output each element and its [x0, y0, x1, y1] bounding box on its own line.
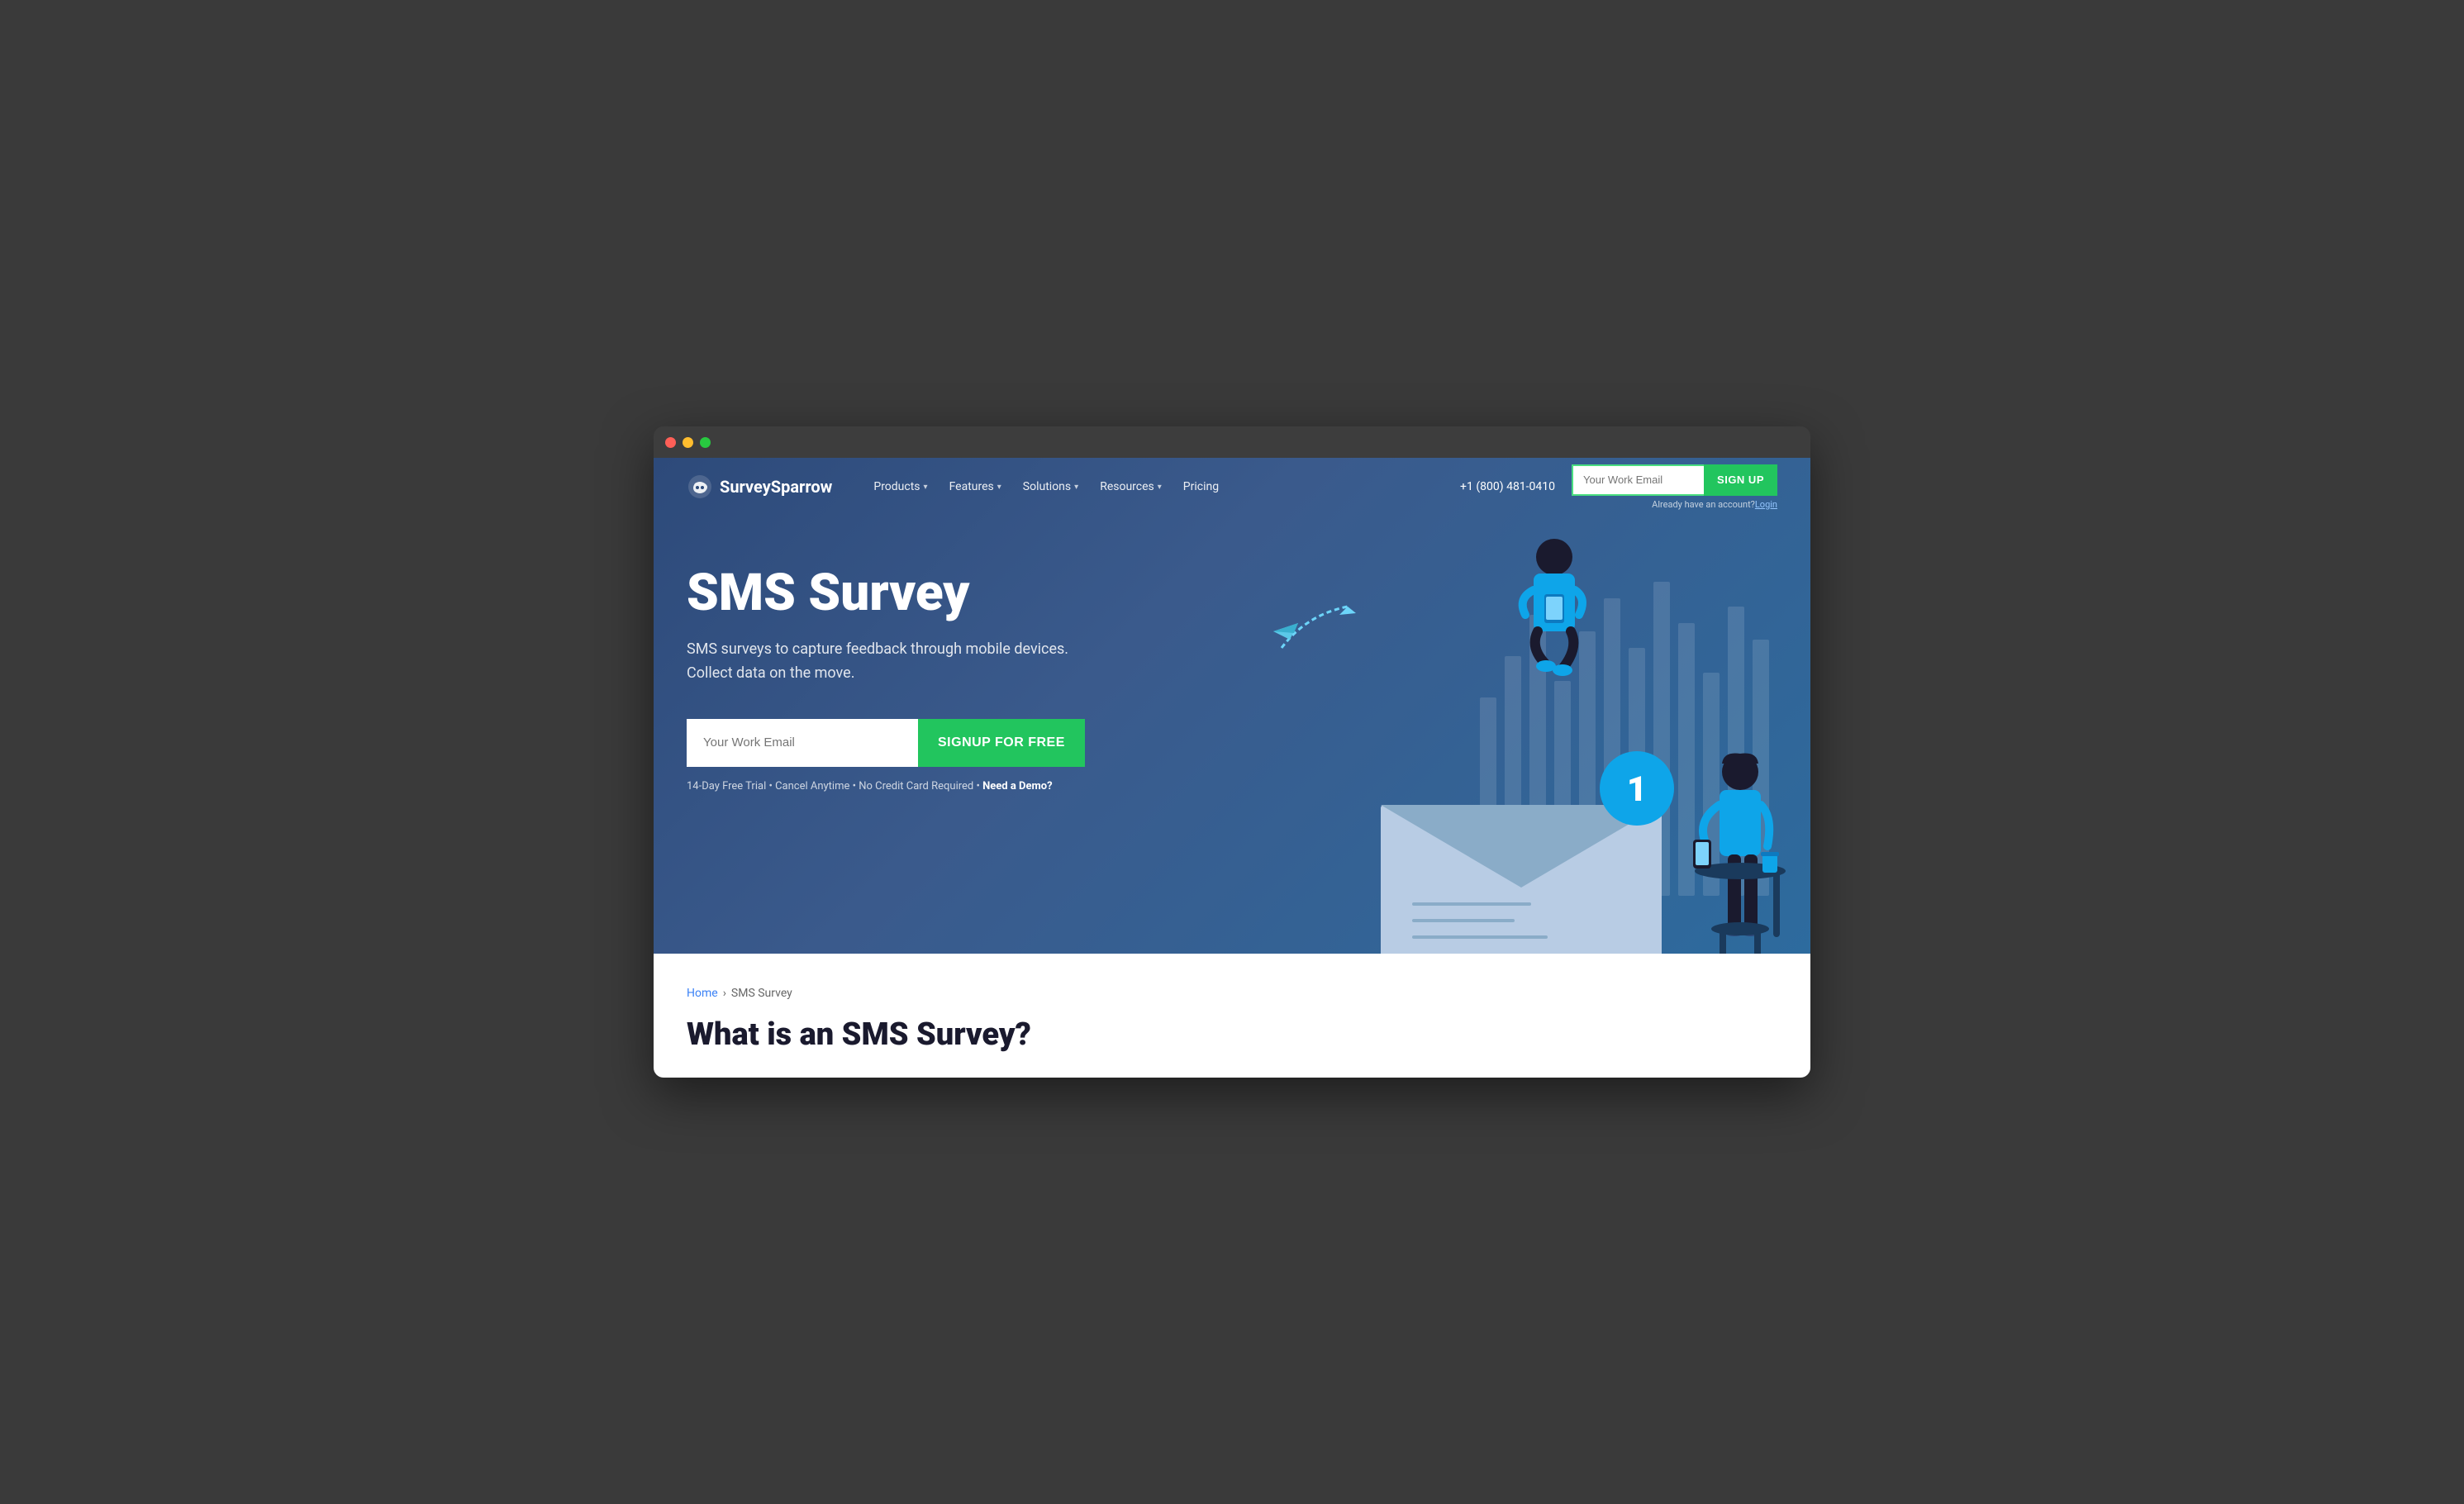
nav-item-resources[interactable]: Resources ▾ [1092, 475, 1170, 498]
chevron-down-icon: ▾ [1158, 483, 1162, 492]
svg-text:1: 1 [1627, 769, 1647, 810]
nav-item-products[interactable]: Products ▾ [865, 475, 935, 498]
hero-illustration: 1 [1249, 516, 1810, 954]
breadcrumb-current: SMS Survey [731, 987, 792, 1000]
hero-email-input[interactable] [687, 719, 918, 767]
breadcrumb: Home › SMS Survey [687, 987, 1777, 1000]
minimize-button[interactable] [683, 437, 693, 448]
close-button[interactable] [665, 437, 676, 448]
nav-item-features[interactable]: Features ▾ [941, 475, 1010, 498]
phone-number: +1 (800) 481-0410 [1460, 480, 1555, 493]
browser-window: SurveySparrow Products ▾ Features ▾ Solu… [654, 426, 1810, 1078]
hero-signup-form: SIGNUP FOR FREE [687, 719, 1224, 767]
envelope-illustration: 1 [1364, 722, 1678, 954]
chevron-down-icon: ▾ [997, 483, 1001, 492]
nav-email-input[interactable] [1572, 464, 1704, 496]
nav-signup-button[interactable]: SIGN UP [1704, 464, 1777, 496]
email-signup-form: SIGN UP [1572, 464, 1777, 496]
nav-item-solutions[interactable]: Solutions ▾ [1015, 475, 1087, 498]
breadcrumb-home-link[interactable]: Home [687, 987, 718, 1000]
hero-subtitle: SMS surveys to capture feedback through … [687, 638, 1224, 686]
maximize-button[interactable] [700, 437, 711, 448]
logo[interactable]: SurveySparrow [687, 474, 832, 500]
hero-section: SurveySparrow Products ▾ Features ▾ Solu… [654, 458, 1810, 954]
logo-text: SurveySparrow [720, 477, 832, 497]
nav-signup-area: SIGN UP Already have an account?Login [1572, 464, 1777, 510]
hero-signup-button[interactable]: SIGNUP FOR FREE [918, 719, 1085, 767]
breadcrumb-separator: › [723, 987, 726, 1000]
bottom-section: Home › SMS Survey What is an SMS Survey? [654, 954, 1810, 1078]
arrow-icon [1273, 598, 1372, 664]
nav-item-pricing[interactable]: Pricing [1175, 475, 1227, 498]
hero-content: SMS Survey SMS surveys to capture feedba… [654, 516, 1810, 826]
hero-title: SMS Survey [687, 565, 1224, 621]
section-title: What is an SMS Survey? [687, 1016, 1777, 1053]
demo-link[interactable]: Need a Demo? [982, 780, 1053, 792]
chevron-down-icon: ▾ [924, 483, 928, 492]
person-table-illustration [1670, 739, 1810, 954]
navbar: SurveySparrow Products ▾ Features ▾ Solu… [654, 458, 1810, 516]
chevron-down-icon: ▾ [1074, 483, 1078, 492]
already-account-text: Already have an account?Login [1652, 499, 1777, 510]
nav-links: Products ▾ Features ▾ Solutions ▾ Resour… [865, 475, 1460, 498]
person-sitting-illustration [1488, 532, 1620, 697]
login-link[interactable]: Login [1755, 499, 1777, 510]
logo-icon [687, 474, 713, 500]
hero-left: SMS Survey SMS surveys to capture feedba… [687, 565, 1224, 792]
hero-disclaimer: 14-Day Free Trial • Cancel Anytime • No … [687, 780, 1224, 792]
titlebar [654, 426, 1810, 458]
